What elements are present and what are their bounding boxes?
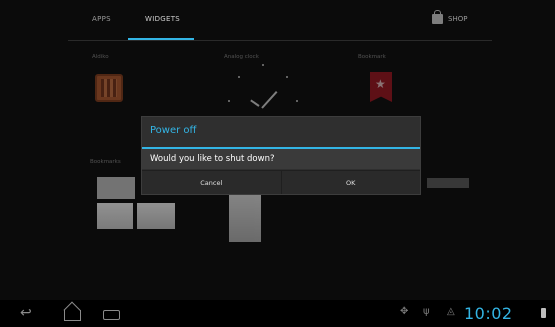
clock-tick bbox=[238, 76, 240, 78]
ok-button[interactable]: OK bbox=[280, 171, 421, 194]
wifi-icon: ◬ bbox=[447, 306, 455, 317]
power-off-dialog: Power off Would you like to shut down? C… bbox=[141, 116, 421, 195]
widget-label-analog-clock: Analog clock bbox=[224, 54, 259, 60]
clock-tick bbox=[228, 100, 230, 102]
clock-tick bbox=[286, 76, 288, 78]
bookmarks-widget-thumbnail[interactable] bbox=[97, 177, 135, 199]
widget-label-aldiko: Aldiko bbox=[92, 54, 109, 60]
bookmark-widget-icon[interactable]: ★ bbox=[370, 72, 392, 102]
back-icon[interactable]: ↩ bbox=[20, 306, 32, 320]
clock-minute-hand bbox=[261, 90, 278, 109]
status-clock[interactable]: 10:02 bbox=[464, 304, 513, 323]
shop-label: SHOP bbox=[448, 15, 468, 23]
aldiko-widget-icon[interactable] bbox=[95, 74, 123, 102]
clock-hour-hand bbox=[250, 99, 260, 107]
widget-preview-thumbnail[interactable] bbox=[427, 178, 469, 188]
dialog-button-bar: Cancel OK bbox=[142, 170, 420, 194]
clock-tick bbox=[262, 64, 264, 66]
home-icon[interactable] bbox=[64, 310, 81, 321]
signal-icon: ψ bbox=[423, 306, 430, 317]
system-bar: ↩ ✥ ψ ◬ 10:02 bbox=[0, 300, 555, 327]
analog-clock-widget[interactable] bbox=[224, 62, 304, 112]
launcher-screen: APPS WIDGETS SHOP Aldiko Analog clock Bo… bbox=[0, 0, 555, 327]
tab-widgets[interactable]: WIDGETS bbox=[145, 15, 180, 23]
shop-button[interactable]: SHOP bbox=[432, 10, 468, 24]
widget-tab-bar: APPS WIDGETS SHOP bbox=[0, 0, 555, 44]
usb-icon: ✥ bbox=[400, 306, 409, 317]
dialog-message: Would you like to shut down? bbox=[142, 149, 420, 169]
cancel-button[interactable]: Cancel bbox=[142, 171, 281, 194]
bookmarks-widget-thumbnail[interactable] bbox=[137, 203, 175, 229]
widget-label-bookmarks: Bookmarks bbox=[90, 159, 121, 165]
widget-preview-thumbnail[interactable] bbox=[229, 194, 261, 242]
recent-apps-icon[interactable] bbox=[103, 310, 120, 320]
bookmarks-widget-thumbnail[interactable] bbox=[97, 203, 133, 229]
clock-tick bbox=[296, 100, 298, 102]
widget-label-bookmark: Bookmark bbox=[358, 54, 386, 60]
battery-icon bbox=[541, 308, 546, 318]
dialog-title: Power off bbox=[150, 125, 197, 136]
tab-divider bbox=[68, 40, 492, 41]
tab-apps[interactable]: APPS bbox=[92, 15, 111, 23]
star-icon: ★ bbox=[375, 77, 386, 91]
shop-bag-icon bbox=[432, 10, 443, 24]
